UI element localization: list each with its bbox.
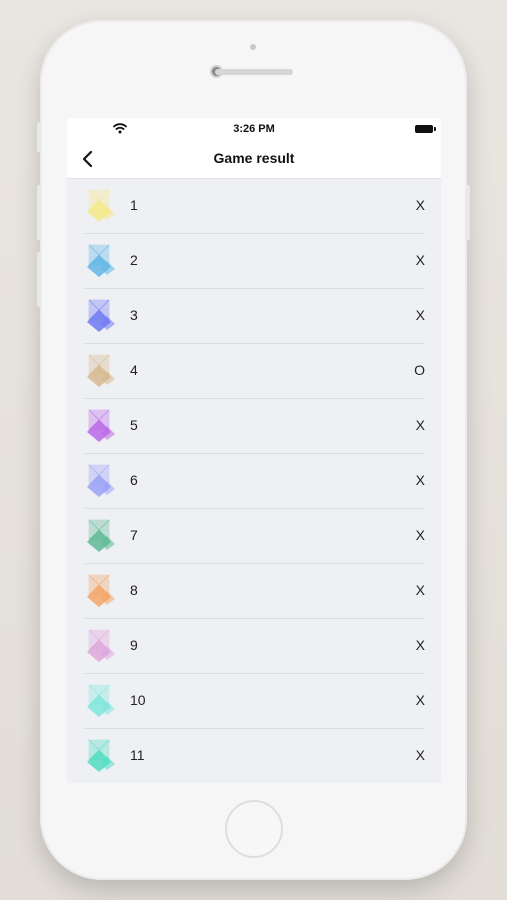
puzzle-piece-icon [87,244,115,277]
status-bar: 3:26 PM [67,118,441,140]
result-mark: X [415,747,425,763]
result-row[interactable]: 3X [85,289,425,344]
puzzle-piece-icon [87,189,115,222]
result-mark: X [415,472,425,488]
proximity-sensor [250,44,256,50]
battery-icon [415,125,436,133]
result-row[interactable]: 5X [85,399,425,454]
volume-down-button [37,252,41,307]
power-button [466,185,470,240]
result-row[interactable]: 7X [85,509,425,564]
navigation-bar: Game result [67,140,441,179]
result-mark: O [414,362,425,378]
status-time: 3:26 PM [233,123,275,135]
result-row[interactable]: 2X [85,234,425,289]
result-row[interactable]: 8X [85,564,425,619]
result-row[interactable]: 10 X [85,674,425,729]
result-mark: X [415,417,425,433]
result-mark: X [415,252,425,268]
earpiece-speaker [215,69,293,75]
puzzle-piece-icon [87,464,115,497]
result-mark: X [415,692,425,708]
puzzle-piece-icon [87,684,115,717]
result-number: 9 [130,637,138,653]
result-mark: X [415,637,425,653]
puzzle-piece-icon [87,409,115,442]
result-row[interactable]: 11 X [85,729,425,783]
mute-switch [37,122,41,152]
result-mark: X [415,582,425,598]
result-number: 2 [130,252,138,268]
volume-up-button [37,185,41,240]
app-screen: 3:26 PM Game result 1 X 2 X 3 X 4 O 5 X 6 X 7 X 8 X 9 X 10… [67,118,441,783]
result-list: 1 X 2 X 3 X 4 O 5 X 6 X 7 X 8 X 9 X 10 X 11 X [67,179,441,783]
result-mark: X [415,307,425,323]
result-number: 7 [130,527,138,543]
result-row[interactable]: 9X [85,619,425,674]
result-number: 5 [130,417,138,433]
puzzle-piece-icon [87,519,115,552]
result-number: 10 [130,692,146,708]
page-title: Game result [213,150,295,166]
puzzle-piece-icon [87,299,115,332]
puzzle-piece-icon [87,354,115,387]
result-number: 1 [130,197,138,213]
result-row[interactable]: 6X [85,454,425,509]
result-mark: X [415,197,425,213]
home-button[interactable] [225,800,283,858]
result-number: 6 [130,472,138,488]
result-number: 3 [130,307,138,323]
puzzle-piece-icon [87,629,115,662]
result-number: 11 [130,747,145,763]
result-row[interactable]: 1X [85,179,425,234]
puzzle-piece-icon [87,574,115,607]
result-number: 8 [130,582,138,598]
result-row[interactable]: 4O [85,344,425,399]
puzzle-piece-icon [87,739,115,772]
result-number: 4 [130,362,138,378]
result-mark: X [415,527,425,543]
